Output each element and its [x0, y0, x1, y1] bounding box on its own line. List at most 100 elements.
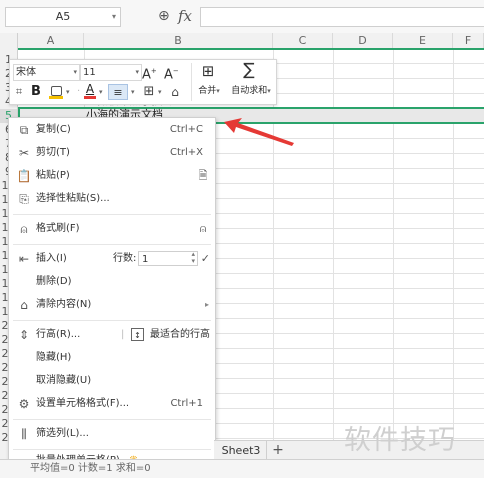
- mini-toolbar: 宋体 ▾ 11 ▾ A+ A− ⊞ 合并▾ ∑ 自动求和▾ ⌗ B ▾ · A ▾ …: [9, 59, 277, 105]
- chevron-down-icon[interactable]: ▾: [158, 88, 162, 96]
- fill-color-swatch: [49, 96, 63, 99]
- chevron-down-icon[interactable]: ▾: [99, 88, 103, 96]
- column-header-e[interactable]: E: [393, 33, 453, 49]
- column-header-d[interactable]: D: [333, 33, 393, 49]
- menu-item-label: 粘贴(P): [36, 170, 70, 181]
- fx-icon[interactable]: fx: [178, 6, 192, 26]
- fill-color-icon[interactable]: [49, 84, 63, 100]
- font-color-icon[interactable]: A: [84, 82, 96, 100]
- menu-item-insert[interactable]: ⇤ 插入(I) 行数: 1 ▴ ▾ ✓: [9, 248, 215, 270]
- status-bar: 平均值=0 计数=1 求和=0: [0, 459, 484, 478]
- chevron-down-icon: ▾: [73, 68, 77, 76]
- toolbar-divider: ·: [77, 86, 81, 97]
- menu-item-shortcut: Ctrl+X: [169, 147, 203, 158]
- chevron-down-icon: ▾: [216, 87, 220, 95]
- menu-separator: [13, 320, 211, 321]
- stepper-down-icon[interactable]: ▾: [191, 257, 195, 266]
- row-height-icon: ⇕: [18, 328, 30, 342]
- confirm-check-icon[interactable]: ✓: [201, 248, 210, 270]
- paste-options-icon[interactable]: 🗎: [195, 168, 211, 184]
- menu-separator: [13, 244, 211, 245]
- best-fit-row-height[interactable]: 最适合的行高: [150, 324, 210, 346]
- autosum-icon[interactable]: ∑: [238, 62, 260, 79]
- merge-label: 合并: [198, 86, 217, 96]
- format-painter-small-icon[interactable]: ⌗: [12, 84, 26, 100]
- name-box-dropdown-icon[interactable]: ▾: [112, 7, 116, 26]
- menu-item-label: 设置单元格格式(F)...: [36, 398, 130, 409]
- chevron-down-icon: ▾: [135, 68, 139, 76]
- menu-item-label: 剪切(T): [36, 147, 70, 158]
- add-sheet-icon[interactable]: +: [270, 441, 286, 460]
- scissors-icon: ✂: [18, 146, 30, 160]
- menu-item-label: 格式刷(F): [36, 223, 80, 234]
- font-name-select[interactable]: 宋体 ▾: [13, 64, 80, 81]
- eraser-icon[interactable]: ⌂: [167, 84, 183, 100]
- copy-icon: ⧉: [19, 123, 29, 137]
- menu-item-label: 清除内容(N): [36, 299, 92, 310]
- menu-item-filter-column[interactable]: ⫼ 筛选列(L)...: [9, 423, 215, 445]
- increase-font-icon[interactable]: A+: [142, 63, 157, 83]
- font-color-swatch: [84, 96, 96, 99]
- name-box[interactable]: A5: [5, 7, 121, 27]
- menu-item-unhide[interactable]: 取消隐藏(U): [9, 370, 215, 392]
- column-header-b[interactable]: B: [84, 33, 273, 49]
- borders-icon[interactable]: ⊞: [142, 84, 156, 100]
- zoom-icon[interactable]: ⊕: [158, 7, 170, 25]
- formula-input[interactable]: [200, 7, 484, 27]
- arrow-shape: [224, 118, 294, 146]
- sheet-tab-sheet3[interactable]: Sheet3: [218, 441, 264, 460]
- column-header-f[interactable]: F: [453, 33, 484, 49]
- column-header-c[interactable]: C: [273, 33, 333, 49]
- menu-item-label: 取消隐藏(U): [36, 375, 92, 386]
- menu-item-format-cells[interactable]: ⚙ 设置单元格格式(F)... Ctrl+1: [9, 393, 215, 415]
- menu-divider-bar: |: [121, 329, 125, 340]
- menu-item-format-painter[interactable]: ⍝ 格式刷(F) ⍝: [9, 218, 215, 240]
- menu-item-shortcut: Ctrl+1: [170, 398, 203, 409]
- insert-row-icon: ⇤: [18, 252, 30, 266]
- font-size-select[interactable]: 11 ▾: [80, 64, 142, 81]
- filter-column-icon: ⫼: [21, 427, 27, 441]
- rows-count-stepper[interactable]: 1 ▴ ▾: [138, 250, 198, 266]
- autosum-button[interactable]: 自动求和▾: [227, 84, 275, 98]
- menu-item-clear-contents[interactable]: ⌂ 清除内容(N) ▸: [9, 294, 215, 316]
- decrease-font-icon[interactable]: A−: [164, 63, 179, 83]
- menu-item-delete[interactable]: 删除(D): [9, 271, 215, 293]
- menu-item-cut[interactable]: ✂ 剪切(T) Ctrl+X: [9, 142, 215, 164]
- formula-bar: A5 ▾ ⊕ fx: [0, 0, 484, 34]
- menu-item-shortcut: Ctrl+C: [169, 124, 203, 135]
- column-header-a[interactable]: A: [18, 33, 84, 49]
- menu-item-hide[interactable]: 隐藏(H): [9, 347, 215, 369]
- menu-item-label: 插入(I): [36, 253, 67, 264]
- paste-icon: 📋: [16, 169, 32, 183]
- font-color-glyph: A: [85, 82, 95, 96]
- format-painter-icon: ⍝: [20, 222, 28, 236]
- menu-item-label: 筛选列(L)...: [36, 428, 89, 439]
- select-all-corner[interactable]: [0, 33, 18, 49]
- eraser-icon: ⌂: [20, 298, 28, 312]
- bucket-icon: [51, 86, 62, 96]
- merge-cells-button[interactable]: 合并▾: [191, 84, 227, 98]
- align-center-icon[interactable]: ≡: [108, 84, 128, 100]
- chevron-down-icon[interactable]: ▾: [66, 88, 70, 96]
- menu-item-label: 行高(R)...: [36, 329, 81, 340]
- format-cells-icon: ⚙: [18, 397, 30, 411]
- menu-item-label: 删除(D): [36, 276, 72, 287]
- context-menu: ⧉ 复制(C) Ctrl+C ✂ 剪切(T) Ctrl+X 📋 粘贴(P) 🗎 …: [8, 117, 216, 476]
- autosum-label: 自动求和: [231, 86, 268, 96]
- menu-item-paste-special[interactable]: ⎘ 选择性粘贴(S)...: [9, 188, 215, 210]
- bold-button[interactable]: B: [30, 84, 42, 100]
- selection-top-border: [18, 48, 484, 50]
- rows-count-value: 1: [142, 254, 149, 265]
- red-arrow-annotation: [224, 118, 294, 146]
- menu-item-label: 隐藏(H): [36, 352, 72, 363]
- menu-item-paste[interactable]: 📋 粘贴(P) 🗎: [9, 165, 215, 187]
- merge-cells-icon[interactable]: ⊞: [195, 63, 221, 79]
- submenu-arrow-icon: ▸: [204, 300, 209, 309]
- font-size-value: 11: [83, 67, 96, 78]
- tab-divider: [266, 441, 267, 460]
- menu-item-row-height[interactable]: ⇕ 行高(R)... | ↕ 最适合的行高: [9, 324, 215, 346]
- menu-item-copy[interactable]: ⧉ 复制(C) Ctrl+C: [9, 119, 215, 141]
- format-painter-options-icon[interactable]: ⍝: [195, 221, 211, 237]
- chevron-down-icon[interactable]: ▾: [131, 88, 135, 96]
- menu-item-label: 复制(C): [36, 124, 71, 135]
